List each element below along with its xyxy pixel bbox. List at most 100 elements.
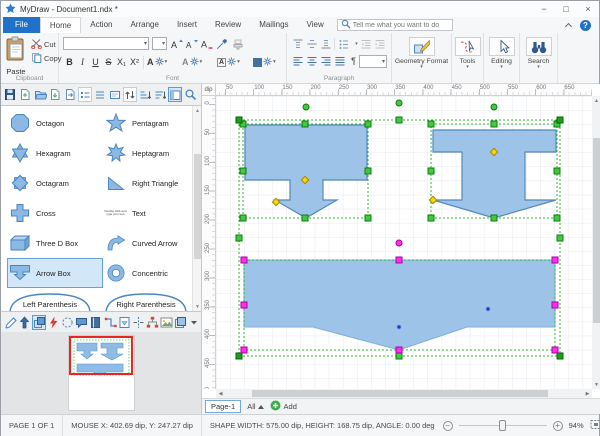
horizontal-scrollbar[interactable]: ◀ ▶: [216, 389, 592, 398]
selection-handle-magenta[interactable]: [396, 257, 402, 263]
zoom-in-button[interactable]: +: [553, 421, 563, 431]
grow-font-button[interactable]: A: [169, 37, 183, 50]
library-item-cross[interactable]: Cross: [7, 198, 103, 228]
group-selection-handle[interactable]: [236, 117, 242, 123]
align-left-icon[interactable]: [291, 54, 304, 67]
library-item-right-parenthesis[interactable]: Right Parenthesis: [103, 288, 193, 312]
library-item-hexagram[interactable]: Hexagram: [7, 138, 103, 168]
scrollbar-thumb[interactable]: [593, 138, 600, 323]
editing-icon[interactable]: [489, 37, 515, 56]
connector-icon[interactable]: [103, 315, 116, 330]
comment-icon[interactable]: [75, 315, 88, 330]
tell-me-search[interactable]: [337, 19, 453, 31]
scrollbar-thumb[interactable]: [252, 390, 548, 397]
sort-desc-icon[interactable]: [153, 87, 167, 102]
line-spacing-combo[interactable]: ▾: [359, 55, 387, 68]
valign-top-icon[interactable]: [291, 37, 304, 50]
open-folder-icon[interactable]: [33, 87, 47, 102]
caret-down-icon[interactable]: [188, 315, 201, 330]
selection-handle-green[interactable]: [491, 121, 497, 127]
selection-handle-magenta[interactable]: [241, 302, 247, 308]
selection-handle-green[interactable]: [365, 168, 371, 174]
sort-asc-icon[interactable]: [138, 87, 152, 102]
tab-file[interactable]: File: [3, 17, 40, 33]
pencil-icon[interactable]: [4, 315, 17, 330]
selection-handle-magenta[interactable]: [241, 257, 247, 263]
binoculars-icon[interactable]: [526, 37, 552, 56]
zoom-slider[interactable]: [459, 419, 547, 432]
view-card-icon[interactable]: [108, 87, 122, 102]
sort-icon[interactable]: [123, 87, 137, 102]
all-pages-dropdown[interactable]: All: [247, 402, 263, 411]
notebook-icon[interactable]: [89, 315, 102, 330]
search-input[interactable]: [353, 22, 449, 29]
rotation-handle-green[interactable]: [396, 100, 402, 106]
panel-toggle-icon[interactable]: [168, 87, 182, 102]
align-right-icon[interactable]: [319, 54, 332, 67]
library-item-text[interactable]: Double click and type your textText: [103, 198, 193, 228]
dropdown-caret-icon[interactable]: ▾: [392, 65, 451, 70]
selection-handle-green[interactable]: [396, 353, 402, 359]
shape-fill-button[interactable]: ▾: [253, 55, 276, 69]
library-item-three-d-box[interactable]: Three D Box: [7, 228, 103, 258]
selection-handle-green[interactable]: [491, 215, 497, 221]
export-doc-icon[interactable]: [63, 87, 77, 102]
dropdown-caret-icon[interactable]: ▾: [484, 65, 519, 70]
import-doc-icon[interactable]: [48, 87, 62, 102]
scroll-left-icon[interactable]: ◀: [216, 389, 225, 398]
align-justify-icon[interactable]: [333, 54, 346, 67]
selection-handle-green[interactable]: [365, 215, 371, 221]
font-strikethrough-button[interactable]: S: [102, 55, 115, 69]
scrollbar-thumb[interactable]: [194, 154, 201, 259]
font-size-combo[interactable]: ▾: [152, 37, 167, 50]
tab-insert[interactable]: Insert: [168, 17, 206, 33]
text-highlight-button[interactable]: A▾: [217, 55, 240, 69]
rotation-handle-magenta[interactable]: [396, 240, 402, 246]
valign-middle-icon[interactable]: [305, 37, 318, 50]
tools-icon[interactable]: [455, 37, 481, 56]
group-selection-handle[interactable]: [236, 353, 242, 359]
library-scrollbar[interactable]: ▲ ▼: [192, 106, 201, 311]
lasso-icon[interactable]: [61, 315, 74, 330]
group-selection-handle[interactable]: [557, 117, 563, 123]
dropdown-caret-icon[interactable]: ▾: [520, 65, 557, 70]
tab-review[interactable]: Review: [206, 17, 250, 33]
tab-home[interactable]: Home: [40, 17, 81, 33]
geometry-format-icon[interactable]: [409, 37, 435, 56]
decrease-indent-icon[interactable]: [359, 37, 372, 50]
new-doc-icon[interactable]: [18, 87, 32, 102]
library-item-concentric[interactable]: Concentric: [103, 258, 193, 288]
font-bold-button[interactable]: B: [63, 55, 76, 69]
lightning-icon[interactable]: [47, 315, 60, 330]
selection-handle-green[interactable]: [236, 235, 242, 241]
font-name-combo[interactable]: ▾: [63, 37, 149, 50]
pointer-icon[interactable]: [18, 315, 31, 330]
tab-mailings[interactable]: Mailings: [250, 17, 297, 33]
org-chart-icon[interactable]: [146, 315, 159, 330]
selection-handle-green[interactable]: [302, 215, 308, 221]
fit-page-icon[interactable]: [590, 419, 600, 432]
close-button[interactable]: ×: [577, 1, 599, 17]
minimize-button[interactable]: −: [533, 1, 555, 17]
zoom-slider-thumb[interactable]: [499, 420, 506, 431]
drawing-canvas[interactable]: [216, 96, 592, 389]
selection-handle-green[interactable]: [240, 168, 246, 174]
copy-button[interactable]: Copy: [31, 52, 62, 65]
align-center-icon[interactable]: [305, 54, 318, 67]
eyedropper-icon[interactable]: [215, 37, 229, 50]
rotation-handle-green[interactable]: [303, 104, 309, 110]
center-guides-icon[interactable]: [132, 315, 145, 330]
viewport-indicator[interactable]: [69, 336, 133, 375]
scroll-up-icon[interactable]: ▲: [193, 106, 201, 115]
scroll-up-icon[interactable]: ▲: [592, 96, 600, 105]
font-subscript-button[interactable]: X₁: [115, 55, 128, 69]
rotation-handle-green[interactable]: [491, 104, 497, 110]
collapse-ribbon-icon[interactable]: [565, 22, 572, 29]
selection-handle-green[interactable]: [365, 121, 371, 127]
selection-handle-green[interactable]: [396, 117, 402, 123]
save-icon[interactable]: [3, 87, 17, 102]
selection-handle-magenta[interactable]: [241, 347, 247, 353]
vertical-scrollbar[interactable]: ▲ ▼: [592, 96, 600, 389]
library-item-left-parenthesis[interactable]: Left Parenthesis: [7, 288, 103, 312]
font-italic-button[interactable]: I: [76, 55, 89, 69]
